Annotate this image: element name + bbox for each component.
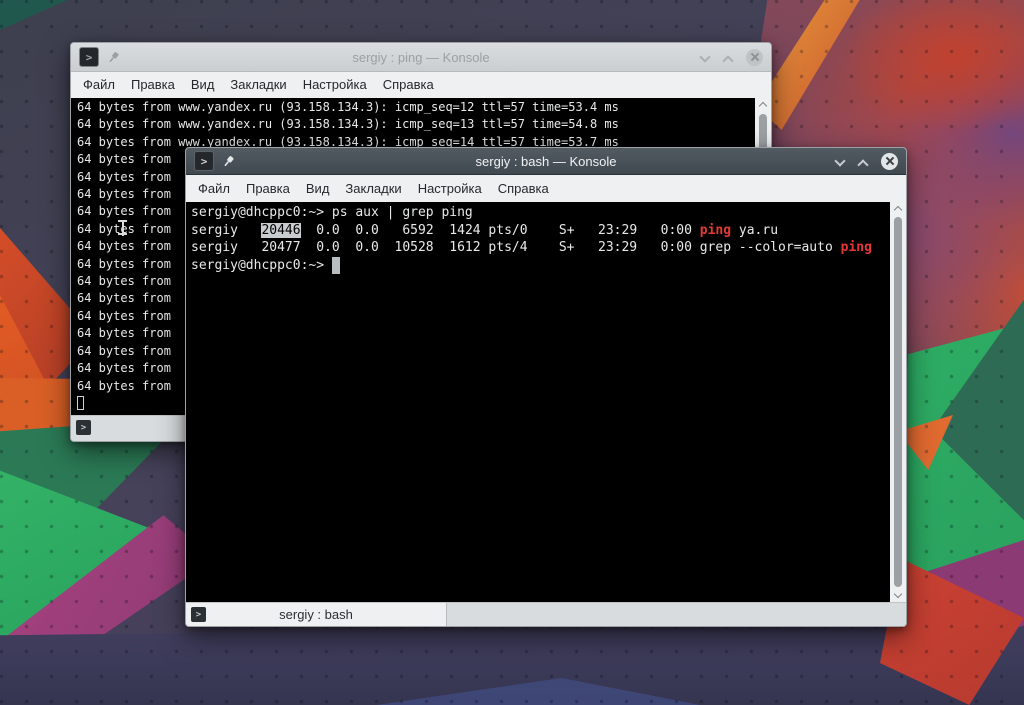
window-title: sergiy : bash — Konsole bbox=[186, 154, 906, 169]
scroll-up-icon[interactable] bbox=[759, 101, 767, 109]
menu-item[interactable]: Файл bbox=[190, 176, 238, 202]
menu-item[interactable]: Справка bbox=[375, 72, 442, 98]
terminal-view-bash[interactable]: sergiy@dhcppc0:~> ps aux | grep pingserg… bbox=[186, 202, 906, 602]
new-tab-glyph: > bbox=[81, 423, 86, 433]
tab-bar: sergiy : bash > bbox=[186, 602, 906, 626]
menu-item[interactable]: Настройка bbox=[295, 72, 375, 98]
pin-icon[interactable] bbox=[222, 155, 235, 168]
menubar: ФайлПравкаВидЗакладкиНастройкаСправка bbox=[186, 175, 906, 202]
terminal-cursor bbox=[77, 396, 84, 410]
window-konsole-bash: > sergiy : bash — Konsole ФайлПравкаВидЗ… bbox=[185, 147, 907, 627]
wallpaper-bottom-strip bbox=[0, 620, 1024, 705]
konsole-app-icon: > bbox=[194, 151, 214, 171]
titlebar[interactable]: > sergiy : ping — Konsole bbox=[71, 43, 771, 72]
window-title: sergiy : ping — Konsole bbox=[71, 50, 771, 65]
terminal-line: sergiy 20446 0.0 0.0 6592 1424 pts/0 S+ … bbox=[191, 222, 890, 240]
wallpaper-triangle bbox=[920, 290, 1024, 530]
wallpaper-triangle bbox=[370, 672, 700, 705]
konsole-app-icon: > bbox=[79, 47, 99, 67]
menu-item[interactable]: Настройка bbox=[410, 176, 490, 202]
terminal-line: sergiy@dhcppc0:~> bbox=[191, 257, 890, 275]
new-tab-glyph: > bbox=[196, 610, 201, 620]
terminal-line: sergiy@dhcppc0:~> ps aux | grep ping bbox=[191, 204, 890, 222]
wallpaper-triangle bbox=[0, 508, 215, 688]
menubar: ФайлПравкаВидЗакладкиНастройкаСправка bbox=[71, 72, 771, 98]
maximize-button[interactable] bbox=[858, 157, 867, 166]
wallpaper-triangle bbox=[895, 540, 1024, 650]
minimize-button[interactable] bbox=[835, 157, 844, 166]
titlebar[interactable]: > sergiy : bash — Konsole bbox=[186, 148, 906, 175]
wallpaper-triangle bbox=[895, 245, 1024, 635]
scrollbar-thumb[interactable] bbox=[894, 217, 902, 587]
konsole-glyph: > bbox=[201, 155, 208, 168]
menu-item[interactable]: Правка bbox=[238, 176, 298, 202]
menu-item[interactable]: Файл bbox=[75, 72, 123, 98]
menu-item[interactable]: Вид bbox=[298, 176, 338, 202]
menu-item[interactable]: Закладки bbox=[337, 176, 409, 202]
terminal-line: sergiy 20477 0.0 0.0 10528 1612 pts/4 S+… bbox=[191, 239, 890, 257]
close-button[interactable] bbox=[746, 49, 763, 66]
konsole-glyph: > bbox=[86, 51, 93, 64]
menu-item[interactable]: Вид bbox=[183, 72, 223, 98]
new-tab-button[interactable]: > bbox=[191, 607, 206, 622]
wallpaper-triangle bbox=[0, 640, 55, 705]
new-tab-button[interactable]: > bbox=[76, 420, 91, 435]
highlighted-text: ping bbox=[700, 223, 731, 238]
scroll-up-icon[interactable] bbox=[894, 205, 902, 213]
wallpaper-triangle bbox=[0, 455, 160, 650]
desktop: > sergiy : ping — Konsole ФайлПравкаВидЗ… bbox=[0, 0, 1024, 705]
pin-icon[interactable] bbox=[107, 51, 120, 64]
tab-sergiy-bash[interactable]: sergiy : bash bbox=[186, 603, 447, 626]
tab-label: sergiy : bash bbox=[279, 607, 353, 622]
scroll-down-icon[interactable] bbox=[894, 591, 902, 599]
scrollbar[interactable] bbox=[890, 202, 906, 602]
selected-text: 20446 bbox=[261, 223, 300, 238]
minimize-button[interactable] bbox=[700, 53, 709, 62]
close-button[interactable] bbox=[881, 153, 898, 170]
menu-item[interactable]: Справка bbox=[490, 176, 557, 202]
maximize-button[interactable] bbox=[723, 53, 732, 62]
menu-item[interactable]: Правка bbox=[123, 72, 183, 98]
terminal-line: 64 bytes from www.yandex.ru (93.158.134.… bbox=[77, 116, 755, 133]
wallpaper-triangle bbox=[0, 0, 90, 30]
terminal-cursor bbox=[332, 257, 340, 275]
highlighted-text: ping bbox=[841, 240, 872, 255]
menu-item[interactable]: Закладки bbox=[222, 72, 294, 98]
terminal-line: 64 bytes from www.yandex.ru (93.158.134.… bbox=[77, 99, 755, 116]
wallpaper-triangle bbox=[0, 295, 70, 525]
